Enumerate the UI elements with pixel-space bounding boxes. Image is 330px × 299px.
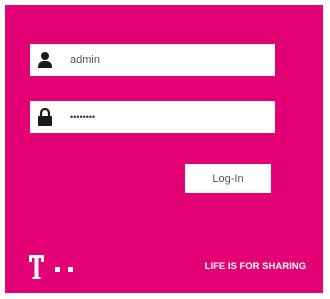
login-button[interactable]: Log-In [185, 164, 271, 193]
password-field[interactable] [30, 101, 275, 133]
slogan-text: LIFE IS FOR SHARING [204, 261, 306, 272]
username-input[interactable] [70, 44, 269, 76]
username-field[interactable] [30, 44, 275, 76]
lock-icon [37, 108, 53, 126]
telekom-logo-icon [29, 253, 109, 283]
login-panel: Log-In LIFE IS FOR SHARING [5, 5, 323, 293]
password-input[interactable] [70, 101, 269, 133]
user-icon [37, 51, 53, 69]
